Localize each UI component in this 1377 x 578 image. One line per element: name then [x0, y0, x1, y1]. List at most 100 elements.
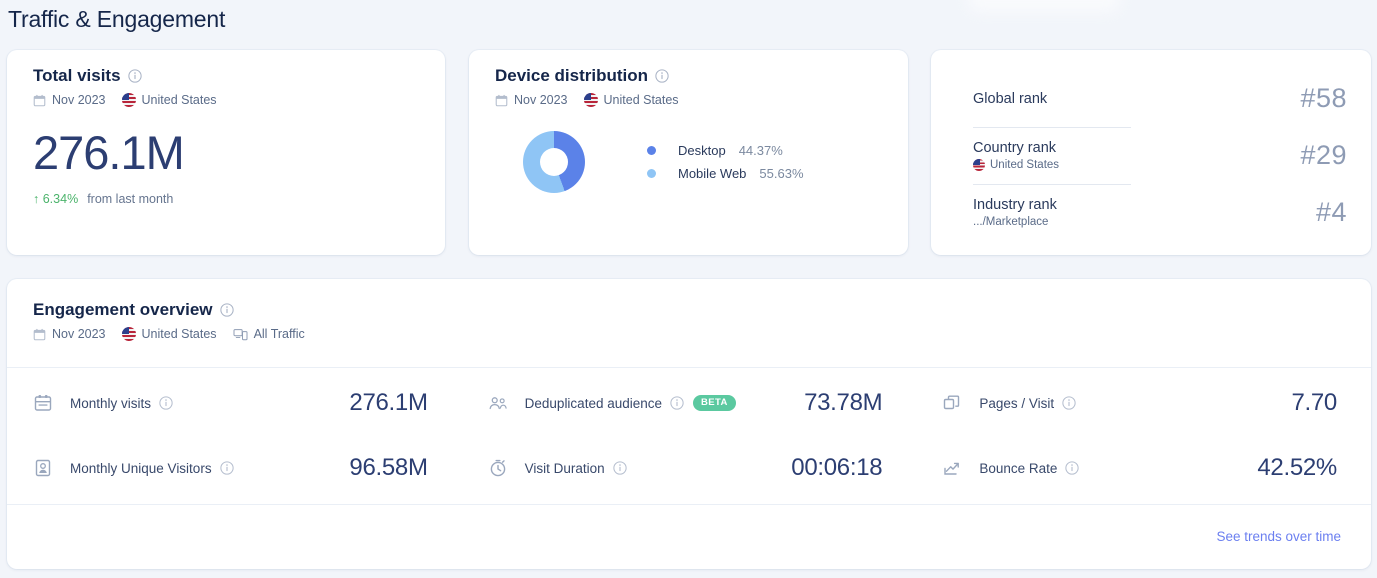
metric-bounce-rate[interactable]: Bounce Rate 42.52%	[916, 436, 1371, 501]
us-flag-icon	[583, 93, 598, 107]
rank-value-country: #29	[1300, 140, 1347, 170]
total-visits-value: 276.1M	[33, 126, 185, 179]
metric-value-monthly-visits: 276.1M	[349, 389, 428, 416]
device-distribution-title: Device distribution	[495, 66, 908, 86]
engagement-overview-card: Engagement overview Nov 2023 United Stat…	[7, 279, 1371, 569]
info-icon[interactable]	[670, 396, 684, 410]
calendar-icon	[495, 94, 508, 107]
info-icon[interactable]	[219, 303, 234, 317]
device-distribution-period[interactable]: Nov 2023	[514, 93, 568, 107]
engagement-header: Engagement overview Nov 2023 United Stat…	[7, 279, 1371, 341]
delta-arrow-icon: ↑	[33, 192, 40, 206]
pages-stack-icon	[942, 393, 962, 413]
engagement-footer: See trends over time	[7, 504, 1371, 569]
top-overflow-ghost	[968, 0, 1120, 12]
metric-value-monthly-unique-visitors: 96.58M	[349, 454, 428, 481]
metric-value-pages-per-visit: 7.70	[1291, 389, 1337, 416]
metric-column-1: Monthly visits 276.1M Monthly Unique Vis…	[7, 367, 462, 504]
rank-sub-industry: .../Marketplace	[973, 216, 1057, 228]
metric-label-bounce-rate: Bounce Rate	[979, 460, 1058, 476]
legend-item-desktop[interactable]: Desktop 44.37%	[647, 143, 804, 158]
metric-label-visit-duration: Visit Duration	[524, 460, 605, 476]
legend-dot-desktop	[647, 146, 656, 155]
engagement-title-text: Engagement overview	[33, 300, 213, 319]
engagement-filters: Nov 2023 United States All Traffic	[33, 327, 1371, 341]
metric-monthly-unique-visitors[interactable]: Monthly Unique Visitors 96.58M	[7, 436, 462, 501]
metric-visit-duration[interactable]: Visit Duration 00:06:18	[462, 436, 917, 501]
engagement-traffic[interactable]: All Traffic	[254, 327, 305, 341]
device-distribution-title-text: Device distribution	[495, 66, 649, 85]
rank-label-country: Country rank	[973, 140, 1057, 156]
delta-up-value: ↑ 6.34%	[33, 192, 78, 206]
calendar-icon	[33, 328, 46, 341]
legend-value-mobile-web: 55.63%	[759, 166, 804, 181]
rank-row-global[interactable]: Global rank #58	[931, 70, 1371, 127]
metric-deduplicated-audience[interactable]: Deduplicated audience BETA 73.78M	[462, 371, 917, 436]
info-icon[interactable]	[127, 69, 142, 83]
metric-monthly-visits[interactable]: Monthly visits 276.1M	[7, 371, 462, 436]
see-trends-over-time-link[interactable]: See trends over time	[1216, 529, 1341, 544]
us-flag-icon	[973, 159, 985, 171]
total-visits-card: Total visits Nov 2023 United States 276.…	[7, 50, 445, 255]
us-flag-icon	[121, 93, 136, 107]
legend-dot-mobile-web	[647, 169, 656, 178]
metric-label-monthly-unique-visitors: Monthly Unique Visitors	[70, 460, 212, 476]
total-visits-delta: ↑ 6.34% from last month	[33, 192, 445, 206]
rank-value-global: #58	[1300, 83, 1347, 113]
legend-value-desktop: 44.37%	[738, 143, 783, 158]
info-icon[interactable]	[1062, 396, 1076, 410]
metric-pages-per-visit[interactable]: Pages / Visit 7.70	[916, 371, 1371, 436]
rank-label-global: Global rank	[973, 90, 1048, 107]
device-legend: Desktop 44.37% Mobile Web 55.63%	[647, 143, 804, 181]
legend-label-mobile-web: Mobile Web	[678, 166, 747, 181]
info-icon[interactable]	[613, 461, 627, 475]
legend-label-desktop: Desktop	[678, 143, 726, 158]
traffic-engagement-page: Traffic & Engagement Total visits Nov 20…	[0, 0, 1377, 578]
total-visits-country[interactable]: United States	[142, 93, 217, 107]
rank-sub-country: United States	[973, 159, 1059, 171]
legend-item-mobile-web[interactable]: Mobile Web 55.63%	[647, 166, 804, 181]
us-flag-icon	[121, 327, 136, 341]
rank-value-industry: #4	[1315, 197, 1347, 227]
devices-icon	[233, 328, 248, 341]
engagement-title: Engagement overview	[33, 300, 1371, 320]
engagement-country[interactable]: United States	[142, 327, 217, 341]
total-visits-title-text: Total visits	[33, 66, 121, 85]
device-donut-chart	[523, 131, 585, 193]
metric-value-deduplicated-audience: 73.78M	[804, 389, 883, 416]
metric-label-deduplicated-audience: Deduplicated audience	[524, 395, 663, 411]
device-distribution-card: Device distribution Nov 2023 United Stat…	[469, 50, 908, 255]
device-distribution-country[interactable]: United States	[604, 93, 679, 107]
rank-label-industry: Industry rank	[973, 197, 1057, 213]
clock-icon	[488, 458, 508, 478]
rank-list: Global rank #58 Country rank United Stat…	[931, 50, 1371, 241]
rank-row-country[interactable]: Country rank United States #29	[931, 127, 1371, 184]
rank-row-industry[interactable]: Industry rank .../Marketplace #4	[931, 184, 1371, 241]
engagement-metrics-grid: Monthly visits 276.1M Monthly Unique Vis…	[7, 367, 1371, 504]
ranks-card: Global rank #58 Country rank United Stat…	[931, 50, 1371, 255]
delta-note: from last month	[87, 192, 174, 206]
metric-value-bounce-rate: 42.52%	[1257, 454, 1337, 481]
total-visits-filters: Nov 2023 United States	[33, 93, 445, 107]
metric-label-pages-per-visit: Pages / Visit	[979, 395, 1055, 411]
people-icon	[488, 393, 508, 413]
total-visits-period[interactable]: Nov 2023	[52, 93, 106, 107]
info-icon[interactable]	[159, 396, 173, 410]
page-title: Traffic & Engagement	[8, 6, 226, 32]
metric-label-monthly-visits: Monthly visits	[70, 395, 152, 411]
rank-sub-industry-text: .../Marketplace	[973, 216, 1049, 228]
info-icon[interactable]	[219, 461, 234, 475]
engagement-period[interactable]: Nov 2023	[52, 327, 106, 341]
bounce-arrow-icon	[942, 458, 962, 478]
info-icon[interactable]	[655, 69, 669, 83]
device-distribution-chart-area: Desktop 44.37% Mobile Web 55.63%	[495, 131, 908, 193]
metric-column-3: Pages / Visit 7.70 Bounce Rate 42.52%	[916, 367, 1371, 504]
device-distribution-filters: Nov 2023 United States	[495, 93, 908, 107]
info-icon[interactable]	[1065, 461, 1080, 475]
rank-sub-country-text: United States	[990, 159, 1060, 171]
metric-value-visit-duration: 00:06:18	[791, 454, 883, 481]
calendar-metric-icon	[33, 393, 53, 413]
calendar-icon	[33, 94, 46, 107]
delta-percent: 6.34%	[42, 192, 79, 206]
total-visits-title: Total visits	[33, 66, 445, 86]
